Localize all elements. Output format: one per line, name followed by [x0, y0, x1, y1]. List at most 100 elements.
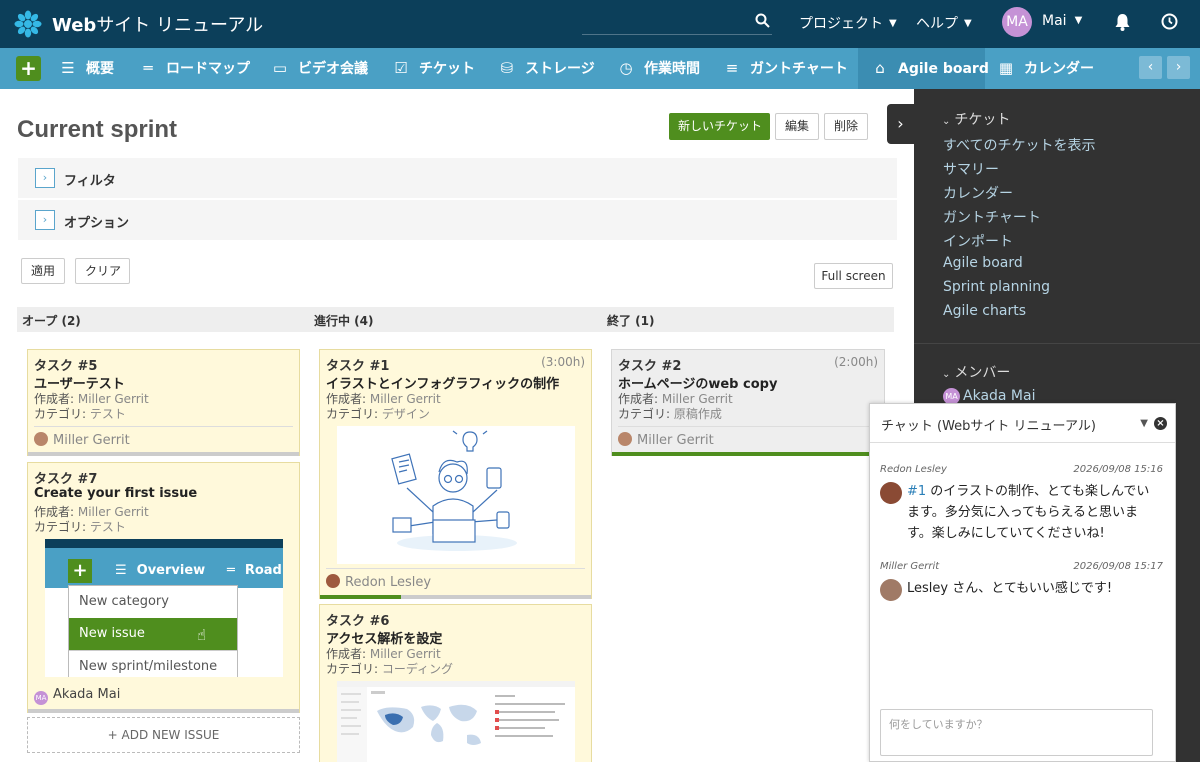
card-tracker[interactable]: タスク #2 [618, 355, 681, 374]
card-category: カテゴリ: テスト [34, 520, 126, 534]
avatar [880, 579, 902, 601]
avatar [880, 482, 902, 504]
expand-icon[interactable]: › [35, 168, 55, 188]
help-menu[interactable]: ヘルプ ▼ [916, 13, 972, 33]
card-divider [34, 426, 293, 427]
card-tracker[interactable]: タスク #5 [34, 355, 97, 374]
progress-bar [320, 595, 591, 599]
sidebar-toggle-button[interactable]: › [887, 104, 914, 144]
page-title: Current sprint [17, 116, 178, 143]
chevron-down-icon: ▼ [889, 18, 897, 29]
card-illustration-image [337, 426, 575, 564]
card-assignee[interactable]: Redon Lesley [326, 574, 431, 590]
app-title[interactable]: Webサイト リニューアル [52, 11, 263, 37]
nav-scroll-left-button[interactable]: ‹ [1139, 56, 1162, 79]
card-estimate: (2:00h) [834, 355, 878, 369]
nav-scroll-right-button[interactable]: › [1167, 56, 1190, 79]
avatar [326, 574, 340, 588]
message-text: Lesley さん、とてもいい感じです! [907, 581, 1113, 596]
sidebar-link-agile-board[interactable]: Agile board [943, 255, 1023, 271]
close-icon[interactable]: × [1154, 417, 1167, 430]
chevron-down-icon: ⌄ [942, 116, 951, 127]
filter-section[interactable]: › フィルタ [18, 158, 897, 198]
issue-card[interactable]: タスク #1 (3:00h) イラストとインフォグラフィックの制作 作成者: M… [319, 349, 592, 599]
tab-agile-board[interactable]: ⌂ Agile board [858, 48, 989, 89]
tab-tickets[interactable]: ☑ チケット [391, 48, 475, 89]
card-divider [326, 568, 585, 569]
avatar [34, 432, 48, 446]
tab-time-entries[interactable]: ◷ 作業時間 [616, 48, 700, 89]
options-label: オプション [64, 216, 130, 231]
bell-icon[interactable] [1114, 13, 1131, 31]
new-ticket-button[interactable]: 新しいチケット [669, 113, 770, 140]
sidebar-link-agile-charts[interactable]: Agile charts [943, 303, 1026, 319]
card-assignee[interactable]: Miller Gerrit [34, 432, 130, 448]
project-nav: + ☰ 概要 ═ ロードマップ ▭ ビデオ会議 ☑ チケット ⛁ ストレージ ◷ 作業時間 … [0, 48, 1200, 89]
card-category: カテゴリ: 原稿作成 [618, 407, 722, 421]
search-icon[interactable] [755, 13, 770, 28]
issue-card[interactable]: タスク #5 ユーザーテスト 作成者: Miller Gerrit カテゴリ: … [27, 349, 300, 456]
chat-message-input[interactable]: 何をしていますか？ [880, 709, 1153, 756]
card-analytics-image [337, 681, 575, 762]
message-time: 2026/09/08 15:17 [1073, 561, 1163, 572]
clock-icon: ◷ [619, 59, 633, 77]
tab-video-meeting[interactable]: ▭ ビデオ会議 [270, 48, 368, 89]
list-icon: ☰ [115, 563, 127, 578]
column-header-open: オープ (2) [22, 314, 81, 328]
tab-storage[interactable]: ⛁ ストレージ [497, 48, 595, 89]
card-category: カテゴリ: デザイン [326, 407, 430, 421]
add-new-button[interactable]: + [16, 56, 41, 81]
sidebar-link-all-tickets[interactable]: すべてのチケットを表示 [943, 135, 1095, 155]
roadmap-icon: ═ [143, 59, 153, 77]
expand-icon[interactable]: › [35, 210, 55, 230]
tab-calendar[interactable]: ▦ カレンダー [996, 48, 1094, 89]
card-category: カテゴリ: コーディング [326, 662, 454, 676]
plus-icon: + [68, 559, 92, 583]
user-avatar[interactable]: MA [1002, 7, 1032, 37]
issue-link[interactable]: #1 [907, 484, 926, 499]
sidebar-link-sprint-planning[interactable]: Sprint planning [943, 279, 1050, 295]
add-new-issue-button[interactable]: + ADD NEW ISSUE [27, 717, 300, 753]
search-input[interactable] [582, 10, 772, 35]
sidebar-link-summary[interactable]: サマリー [943, 159, 999, 179]
card-tracker[interactable]: タスク #6 [326, 610, 389, 629]
roadmap-icon: ═ [227, 563, 235, 578]
chevron-down-icon: ⌄ [942, 369, 951, 380]
clock-icon[interactable] [1161, 13, 1178, 30]
chevron-down-icon: ▼ [1074, 15, 1083, 26]
tab-overview[interactable]: ☰ 概要 [58, 48, 114, 89]
user-menu[interactable]: Mai ▼ [1042, 13, 1082, 29]
tab-gantt[interactable]: ≡ ガントチャート [722, 48, 848, 89]
clear-button[interactable]: クリア [75, 258, 130, 284]
card-assignee[interactable]: MA Akada Mai [34, 687, 120, 705]
card-estimate: (3:00h) [541, 355, 585, 369]
card-tracker[interactable]: タスク #1 [326, 355, 389, 374]
apply-button[interactable]: 適用 [21, 258, 65, 284]
sidebar-link-calendar[interactable]: カレンダー [943, 183, 1013, 203]
list-icon: ☰ [61, 59, 75, 77]
delete-button[interactable]: 削除 [824, 113, 868, 140]
card-subject[interactable]: Create your first issue [34, 486, 197, 501]
sidebar-link-gantt[interactable]: ガントチャート [943, 207, 1041, 227]
app-logo-icon[interactable] [14, 10, 42, 38]
issue-card[interactable]: タスク #7 Create your first issue 作成者: Mill… [27, 462, 300, 713]
message-text: #1 のイラストの制作、とても楽しんでいます。多分気に入ってもらえると思います。… [907, 484, 1150, 541]
issue-card[interactable]: タスク #2 (2:00h) ホームページのweb copy 作成者: Mill… [611, 349, 885, 456]
projects-menu[interactable]: プロジェクト ▼ [799, 13, 897, 33]
options-section[interactable]: › オプション [18, 200, 897, 240]
chat-header[interactable]: チャット (Webサイト リニューアル) ▼ × [870, 404, 1175, 443]
sidebar-heading-members[interactable]: ⌄ メンバー [942, 362, 1010, 382]
card-assignee[interactable]: Miller Gerrit [618, 432, 714, 448]
tab-roadmap[interactable]: ═ ロードマップ [138, 48, 250, 89]
chat-title: チャット (Webサイト リニューアル) [881, 419, 1096, 434]
message-author: Redon Lesley [880, 464, 947, 475]
card-divider [618, 426, 878, 427]
card-tracker[interactable]: タスク #7 [34, 468, 97, 487]
issue-card[interactable]: タスク #6 アクセス解析を設定 作成者: Miller Gerrit カテゴリ… [319, 604, 592, 762]
sidebar-link-import[interactable]: インポート [943, 231, 1013, 251]
chevron-down-icon[interactable]: ▼ [1140, 418, 1148, 429]
edit-button[interactable]: 編集 [775, 113, 819, 140]
avatar [618, 432, 632, 446]
sidebar-heading-tickets[interactable]: ⌄ チケット [942, 109, 1010, 129]
full-screen-button[interactable]: Full screen [814, 263, 893, 289]
